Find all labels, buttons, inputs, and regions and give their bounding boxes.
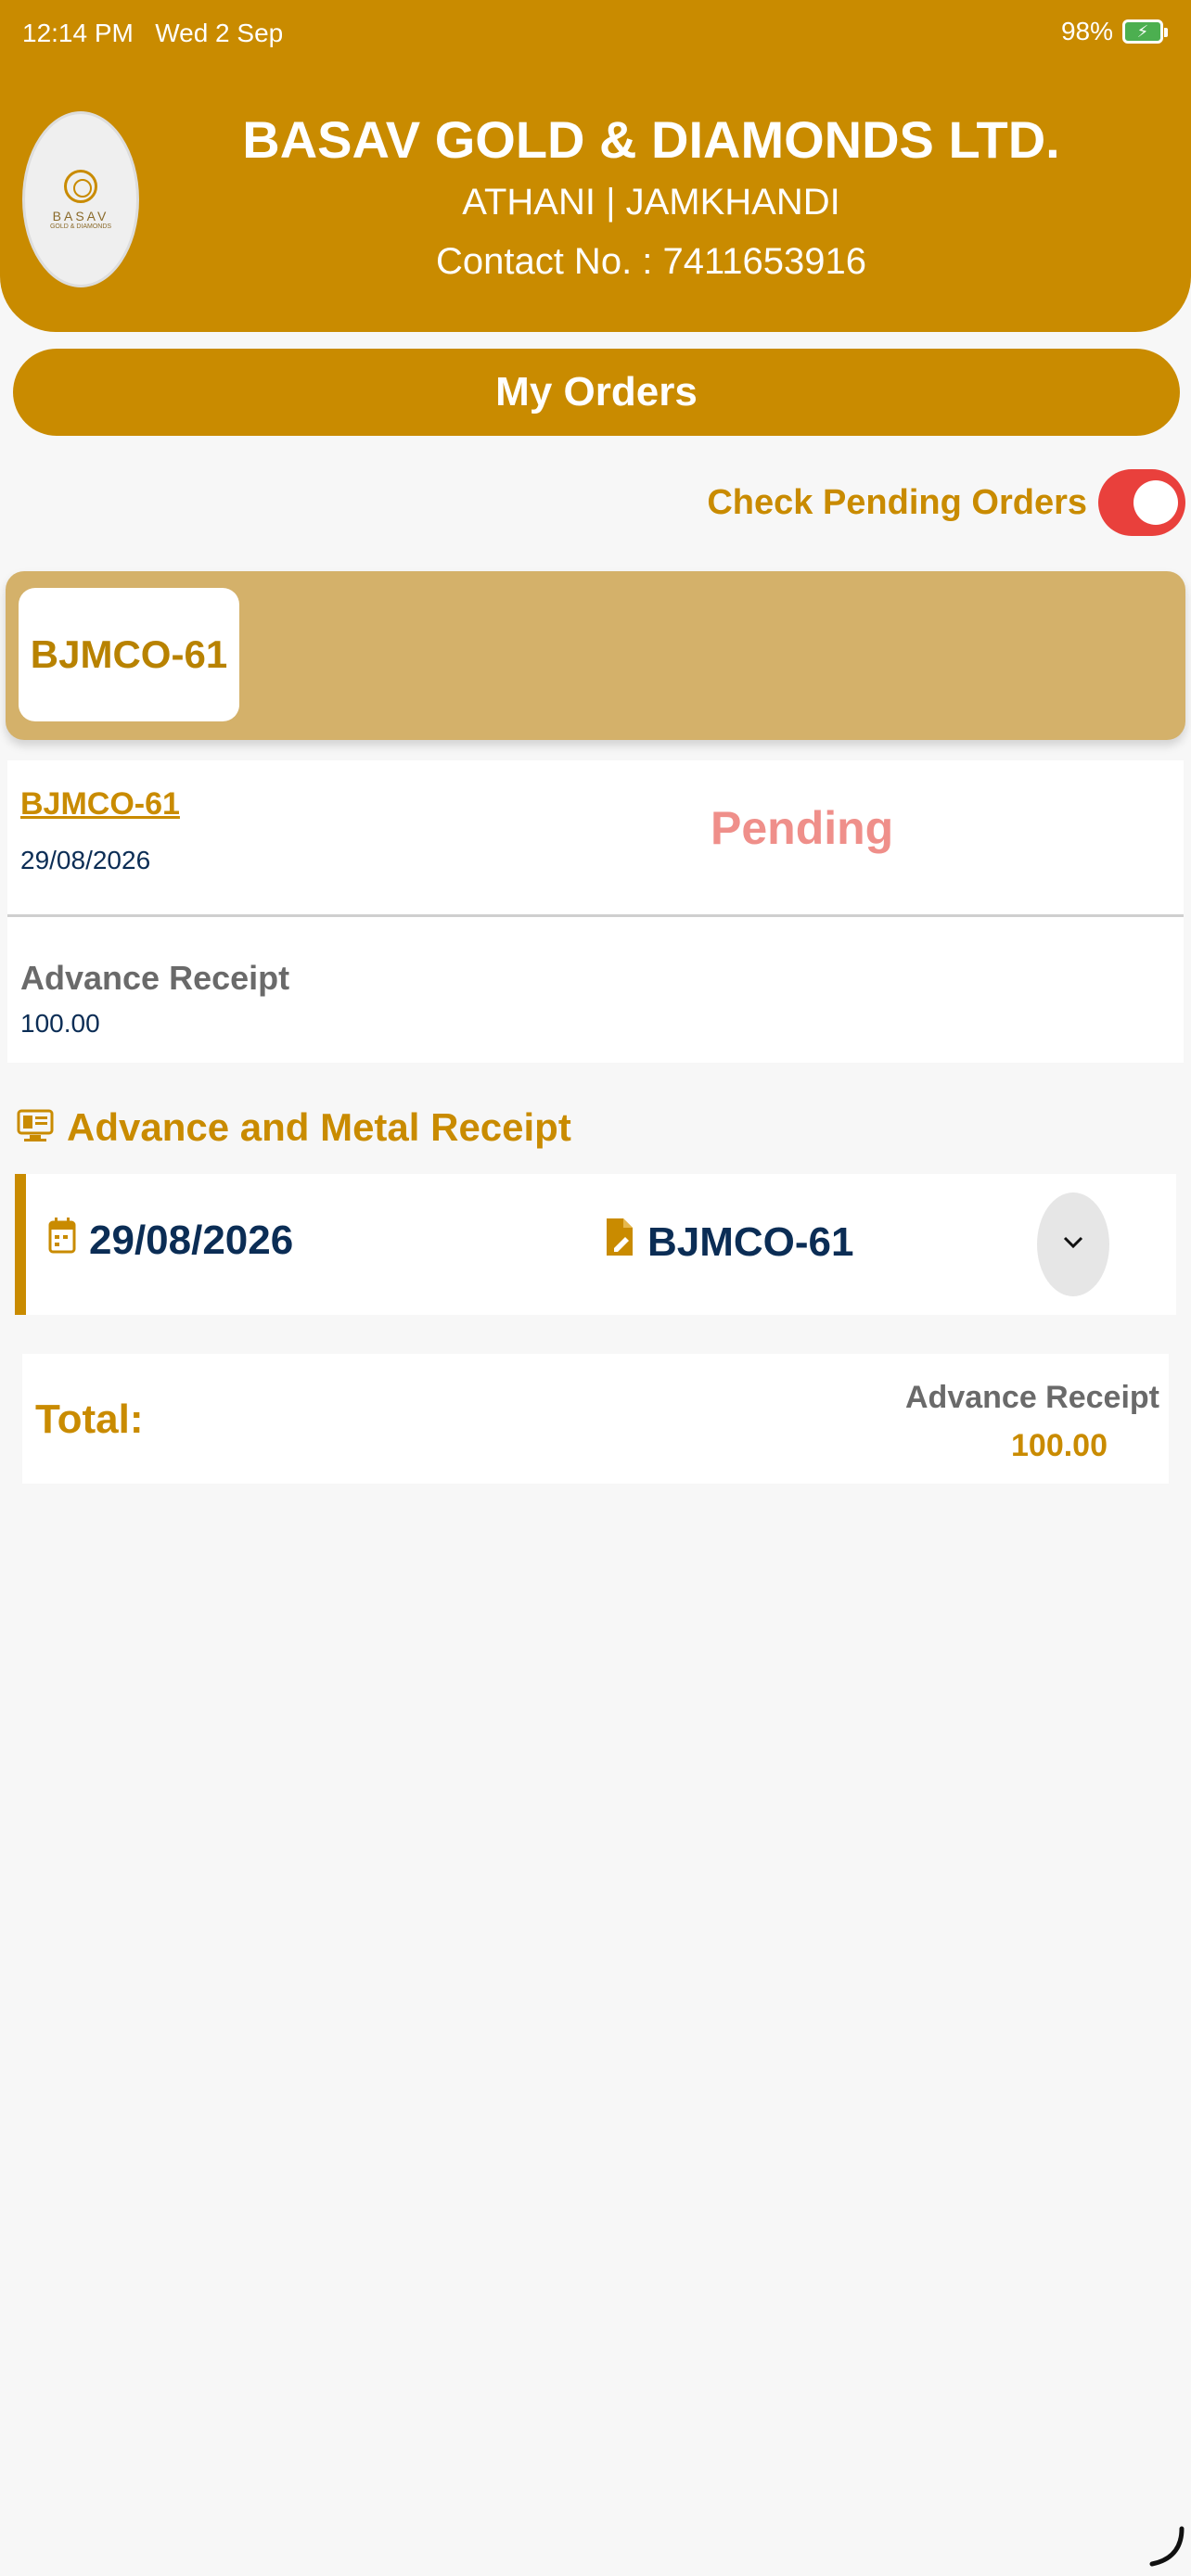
total-card: Total: Advance Receipt 100.00: [22, 1354, 1169, 1484]
divider: [7, 914, 1184, 917]
company-city: ATHANI | JAMKHANDI: [462, 182, 840, 223]
receipt-date-text: 29/08/2026: [89, 1217, 294, 1263]
order-tab[interactable]: BJMCO-61: [19, 588, 239, 721]
logo-subtext: GOLD & DIAMONDS: [49, 223, 112, 230]
status-date: Wed 2 Sep: [155, 19, 284, 47]
receipt-row[interactable]: 29/08/2026 BJMCO-61: [15, 1174, 1176, 1315]
status-time: 12:14 PM Wed 2 Sep: [22, 19, 283, 48]
receipt-code: BJMCO-61: [605, 1215, 854, 1269]
status-badge: Pending: [711, 802, 894, 854]
expand-button[interactable]: [1037, 1192, 1109, 1296]
total-label: Total:: [35, 1396, 144, 1442]
company-name: BASAV GOLD & DIAMONDS LTD.: [242, 110, 1060, 169]
pending-orders-toggle-row: Check Pending Orders: [707, 469, 1185, 536]
pending-orders-toggle[interactable]: [1098, 469, 1185, 536]
order-id-link[interactable]: BJMCO-61: [20, 786, 180, 823]
loading-spinner-icon: [1146, 2523, 1187, 2572]
calendar-icon: [48, 1215, 76, 1266]
order-tab-bar: BJMCO-61: [6, 571, 1185, 740]
section-header: Advance and Metal Receipt: [17, 1105, 571, 1150]
advance-receipt-value: 100.00: [20, 1009, 100, 1038]
receipt-code-text: BJMCO-61: [647, 1218, 854, 1265]
app-header: 12:14 PM Wed 2 Sep 98% ⚡ BASAV GOLD & DI…: [0, 0, 1191, 332]
logo-emblem-icon: [64, 169, 97, 203]
logo-text: BASAV: [52, 208, 109, 223]
company-logo: BASAV GOLD & DIAMONDS: [22, 111, 139, 287]
battery-icon: ⚡: [1122, 19, 1168, 44]
total-advance-value: 100.00: [1011, 1428, 1108, 1463]
battery-percent: 98%: [1060, 17, 1113, 45]
receipt-section-icon: [17, 1107, 54, 1149]
order-date: 29/08/2026: [20, 846, 151, 874]
chevron-down-icon: [1063, 1236, 1083, 1254]
status-clock: 12:14 PM: [22, 19, 134, 47]
document-edit-icon: [605, 1215, 634, 1269]
status-battery: 98% ⚡: [1060, 17, 1168, 46]
section-title: Advance and Metal Receipt: [67, 1105, 571, 1149]
page-title: My Orders: [13, 349, 1180, 436]
pending-orders-label: Check Pending Orders: [707, 482, 1087, 522]
receipt-date: 29/08/2026: [48, 1215, 293, 1266]
order-card: BJMCO-61 29/08/2026 Pending Advance Rece…: [7, 760, 1184, 1063]
toggle-knob: [1133, 480, 1178, 525]
total-advance-label: Advance Receipt: [905, 1380, 1159, 1415]
advance-receipt-label: Advance Receipt: [20, 959, 290, 997]
company-contact: Contact No. : 7411653916: [435, 241, 867, 282]
